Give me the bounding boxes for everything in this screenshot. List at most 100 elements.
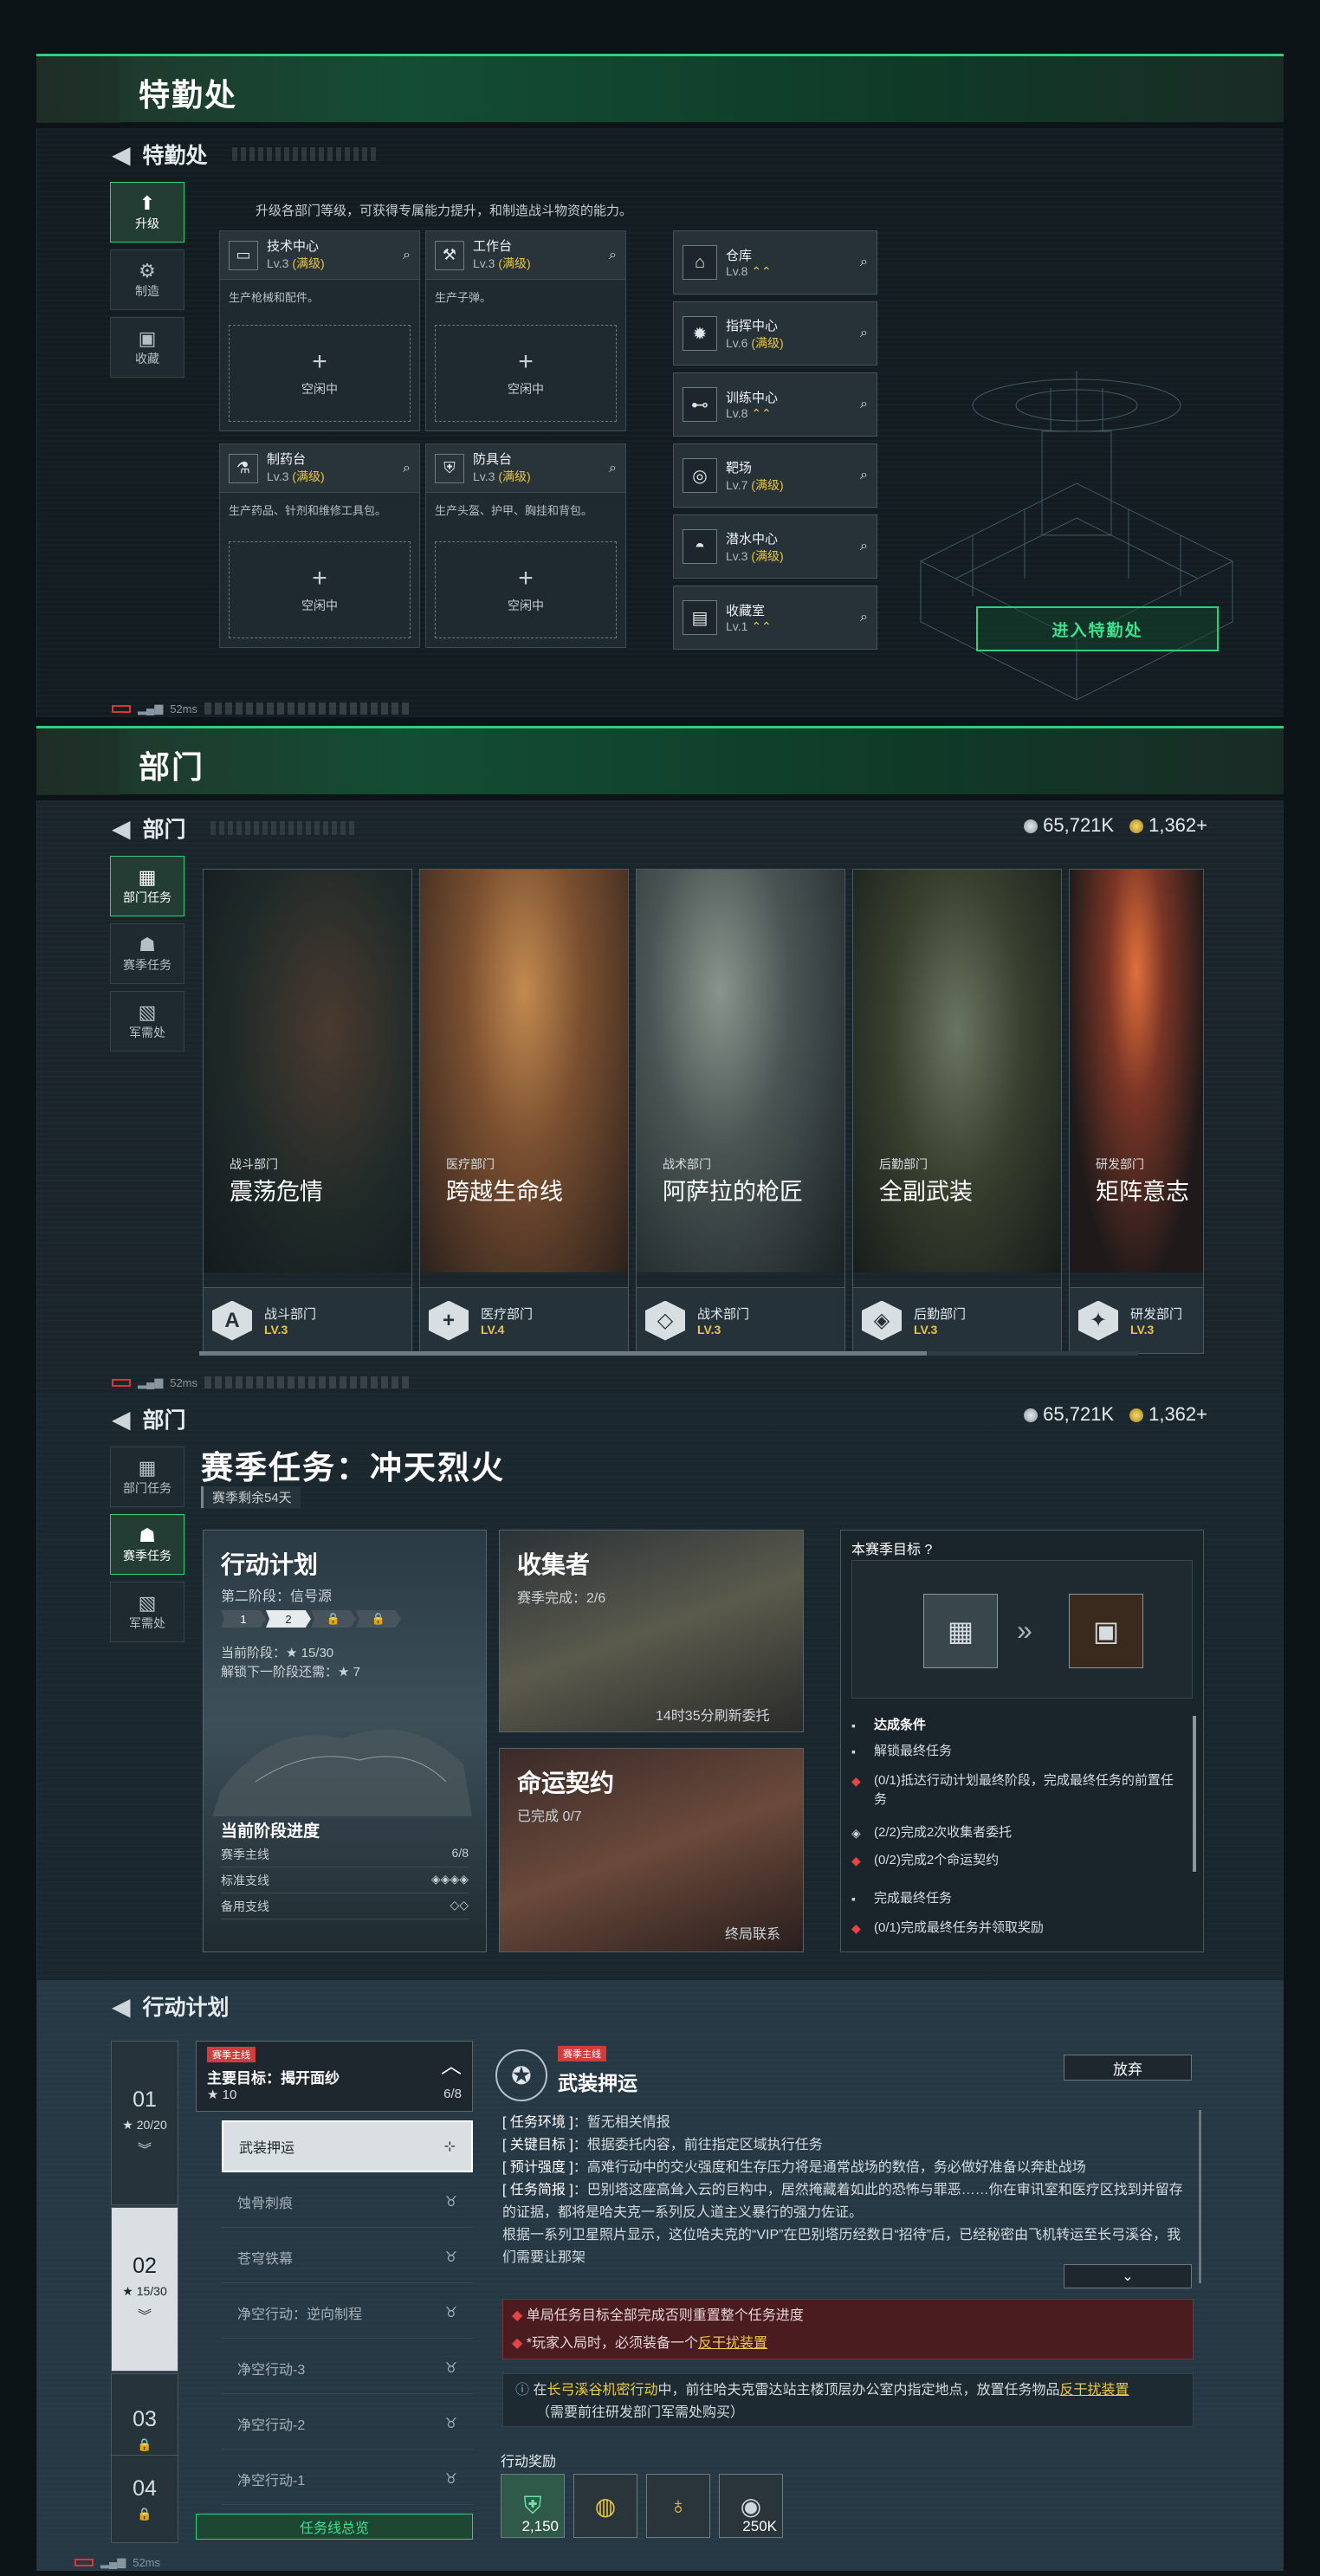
search-icon[interactable]: ⌕ <box>860 539 868 554</box>
sub-mission-item[interactable]: 净空行动-3 ♉ <box>222 2342 473 2394</box>
workshop-card[interactable]: ▭ 技术中心 Lv.3 (满级) ⌕ 生产枪械和配件。 + 空闲中 <box>219 230 420 431</box>
warning-icon: ◆ <box>851 1854 861 1867</box>
facility-training-center[interactable]: ⊷ 训练中心 Lv.8 ⌃⌃ ⌕ <box>673 372 877 437</box>
idle-slot[interactable]: + 空闲中 <box>435 541 617 638</box>
bullet-icon: ▪ <box>851 1718 856 1732</box>
warning-box: ◆ 单局任务目标全部完成否则重置整个任务进度 ◆ *玩家入局时，必须装备一个反干… <box>502 2299 1194 2359</box>
main-target-header[interactable]: 赛季主线 主要目标：揭开面纱 ★ 10 ︿ 6/8 <box>196 2041 473 2112</box>
wrench-icon: ♉ <box>444 2194 457 2210</box>
back-arrow-icon[interactable]: ◀ <box>112 1992 131 2021</box>
arrow-right-icon: » <box>1017 1615 1032 1646</box>
facility-warehouse[interactable]: ⌂ 仓库 Lv.8 ⌃⌃ ⌕ <box>673 230 877 294</box>
mission-title: 武装押运 <box>558 2072 637 2094</box>
department-card-tactical[interactable]: 战术部门 阿萨拉的枪匠 ◇ 战术部门 LV.3 <box>636 869 845 1354</box>
tab-craft[interactable]: ⚙ 制造 <box>110 249 184 310</box>
sub-mission-item[interactable]: 武装押运 ⊹ <box>222 2120 473 2172</box>
reward-pendant[interactable]: ♁ <box>646 2474 710 2538</box>
upgrade-icon: ⬆ <box>139 192 156 214</box>
mission-line-overview-button[interactable]: 任务线总览 <box>196 2514 473 2540</box>
horizontal-scrollbar[interactable] <box>199 1351 1138 1356</box>
warning-icon: ◆ <box>851 1774 861 1788</box>
abandon-button[interactable]: 放弃 <box>1064 2055 1192 2081</box>
expand-chevron-icon[interactable]: ⌄ <box>1064 2264 1192 2288</box>
tab-season-tasks[interactable]: ☗ 赛季任务 <box>110 923 184 984</box>
tab-collection[interactable]: ▣ 收藏 <box>110 317 184 378</box>
sub-mission-item[interactable]: 蚀骨刺痕 ♉ <box>222 2176 473 2228</box>
sub-mission-item[interactable]: 净空行动-1 ♉ <box>222 2453 473 2505</box>
plus-icon: + <box>312 564 327 592</box>
upgrade-available-icon: ⌃⌃ <box>751 619 772 633</box>
reward-ring[interactable]: ◍ <box>573 2474 637 2538</box>
department-card-combat[interactable]: 战斗部门 震荡危情 A 战斗部门 LV.3 <box>203 869 412 1354</box>
search-icon[interactable]: ⌕ <box>860 468 868 483</box>
battery-icon <box>112 1378 131 1387</box>
search-icon[interactable]: ⌕ <box>609 461 617 476</box>
collector-card[interactable]: 收集者 赛季完成：2/6 14时35分刷新委托 <box>499 1530 804 1732</box>
sub-mission-item[interactable]: 苍穹铁幕 ♉ <box>222 2231 473 2283</box>
combat-department-icon: A <box>212 1300 252 1341</box>
back-arrow-icon[interactable]: ◀ <box>112 1405 131 1434</box>
vertical-scrollbar[interactable] <box>1199 2110 1201 2283</box>
facility-collection-room[interactable]: ▤ 收藏室 Lv.1 ⌃⌃ ⌕ <box>673 586 877 650</box>
mission-briefing: [ 任务环境 ]：暂无相关情报 [ 关键目标 ]：根据委托内容，前往指定区域执行… <box>502 2115 1183 2265</box>
facility-command-center[interactable]: ✹ 指挥中心 Lv.6 (满级) ⌕ <box>673 301 877 366</box>
workshop-card[interactable]: ⚒ 工作台 Lv.3 (满级) ⌕ 生产子弹。 + 空闲中 <box>425 230 626 431</box>
info-icon: ⓘ <box>515 2383 530 2398</box>
action-plan-card[interactable]: 行动计划 第二阶段：信号源 1 2 🔒 🔒 当前阶段：★ 15/30 解锁下一阶… <box>203 1530 487 1952</box>
banner-title: 部门 <box>139 749 205 785</box>
idle-slot[interactable]: + 空闲中 <box>435 325 617 422</box>
gears-icon: ⚙ <box>139 260 156 282</box>
silver-coin-icon <box>1024 819 1039 833</box>
reward-medal[interactable]: ⛨ 2,150 <box>501 2474 565 2538</box>
idle-slot[interactable]: + 空闲中 <box>229 541 411 638</box>
department-card-research[interactable]: 研发部门 矩阵意志 ✦ 研发部门 LV.3 <box>1069 869 1204 1354</box>
tab-upgrade[interactable]: ⬆ 升级 <box>110 182 184 243</box>
special-ops-panel: ◀ 特勤处 ⬆ 升级 ⚙ 制造 ▣ 收藏 升级各部门等级，可获得专属能力提升，和… <box>36 128 1284 717</box>
signal-icon: ▂▄▆ <box>138 1375 164 1388</box>
tab-quartermaster[interactable]: ▧ 军需处 <box>110 1582 184 1642</box>
search-icon[interactable]: ⌕ <box>403 461 411 476</box>
task-hint: ⓘ 在长弓溪谷机密行动中，前往哈夫克雷达站主楼顶层办公室内指定地点，放置任务物品… <box>502 2373 1194 2427</box>
search-icon[interactable]: ⌕ <box>403 248 411 263</box>
wrench-icon: ♉ <box>444 2471 457 2487</box>
workshop-card[interactable]: ⚗ 制药台 Lv.3 (满级) ⌕ 生产药品、针剂和维修工具包。 + 空闲中 <box>219 443 420 648</box>
help-icon[interactable]: ? <box>924 1543 932 1557</box>
chapter-02[interactable]: 02 ★ 15/30 ︾ <box>111 2207 178 2372</box>
coin-icon: ◉ <box>740 2492 762 2520</box>
sub-mission-item[interactable]: 净空行动-2 ♉ <box>222 2398 473 2450</box>
back-arrow-icon[interactable]: ◀ <box>112 814 131 843</box>
facility-shooting-range[interactable]: ◎ 靶场 Lv.7 (满级) ⌕ <box>673 443 877 508</box>
chevron-up-icon[interactable]: ︿ <box>441 2049 462 2079</box>
department-card-logistics[interactable]: 后勤部门 全副武装 ◈ 后勤部门 LV.3 <box>852 869 1062 1354</box>
workshop-card[interactable]: ⛨ 防具台 Lv.3 (满级) ⌕ 生产头盔、护甲、胸挂和背包。 + 空闲中 <box>425 443 626 648</box>
upgrade-available-icon: ⌃⌃ <box>751 264 772 278</box>
sub-mission-item[interactable]: 净空行动：逆向制程 ♉ <box>222 2287 473 2339</box>
search-icon[interactable]: ⌕ <box>860 610 868 625</box>
facility-diving-center[interactable]: ◓ 潜水中心 Lv.3 (满级) ⌕ <box>673 515 877 579</box>
tab-department-tasks[interactable]: ▦ 部门任务 <box>110 1447 184 1507</box>
warning-icon: ◆ <box>512 2336 523 2351</box>
supply-icon: ▧ <box>138 1592 157 1614</box>
vertical-scrollbar[interactable] <box>1193 1716 1196 1872</box>
upgrade-available-icon: ⌃⌃ <box>751 406 772 420</box>
tab-department-tasks[interactable]: ▦ 部门任务 <box>110 856 184 916</box>
medical-department-icon: + <box>429 1300 469 1341</box>
fate-contract-card[interactable]: 命运契约 已完成 0/7 终局联系 <box>499 1748 804 1952</box>
enter-special-ops-button[interactable]: 进入特勤处 <box>976 606 1219 651</box>
goal-item-reward[interactable]: ▣ <box>1069 1594 1143 1668</box>
goal-item-case[interactable]: ▦ <box>923 1594 998 1668</box>
search-icon[interactable]: ⌕ <box>860 397 868 412</box>
banner-title: 特勤处 <box>139 77 238 113</box>
department-card-medical[interactable]: 医疗部门 跨越生命线 + 医疗部门 LV.4 <box>419 869 629 1354</box>
idle-slot[interactable]: + 空闲中 <box>229 325 411 422</box>
back-arrow-icon[interactable]: ◀ <box>112 140 131 169</box>
search-icon[interactable]: ⌕ <box>609 248 617 263</box>
microscope-icon: ⚗ <box>229 453 258 483</box>
chapter-04[interactable]: 04 🔒 <box>111 2455 178 2543</box>
tab-season-tasks[interactable]: ☗ 赛季任务 <box>110 1514 184 1575</box>
search-icon[interactable]: ⌕ <box>860 255 868 270</box>
tab-quartermaster[interactable]: ▧ 军需处 <box>110 991 184 1052</box>
search-icon[interactable]: ⌕ <box>860 326 868 341</box>
reward-coins[interactable]: ◉ 250K <box>719 2474 783 2538</box>
chapter-01[interactable]: 01 ★ 20/20 ︾ <box>111 2041 178 2205</box>
